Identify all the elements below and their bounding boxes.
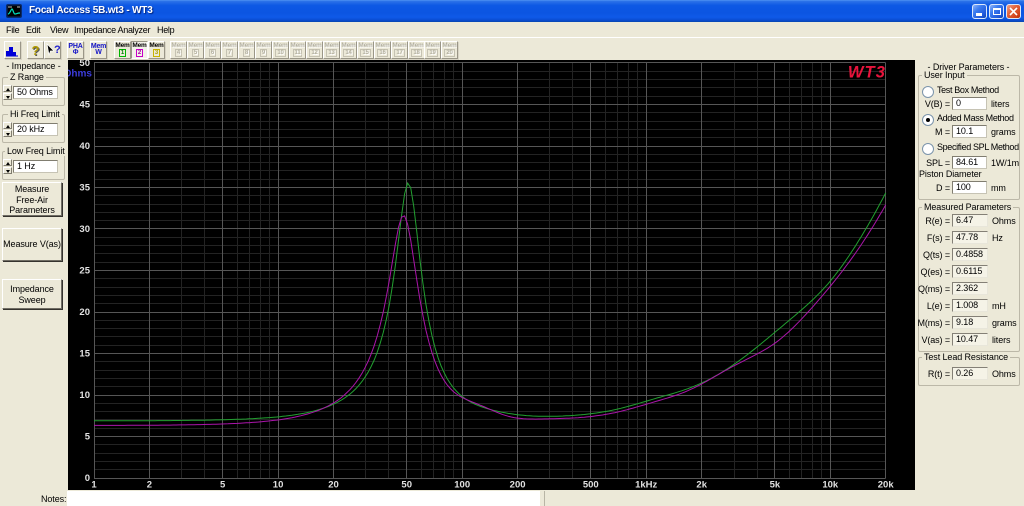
svg-text:100: 100 — [454, 480, 470, 491]
svg-text:WT3: WT3 — [848, 64, 886, 82]
svg-text:40: 40 — [79, 141, 90, 152]
svg-text:200: 200 — [510, 480, 526, 491]
svg-text:5k: 5k — [770, 480, 781, 491]
svg-text:10k: 10k — [822, 480, 839, 491]
svg-text:20k: 20k — [878, 480, 895, 491]
svg-text:45: 45 — [79, 100, 90, 111]
svg-text:20: 20 — [79, 307, 90, 318]
svg-text:1: 1 — [91, 480, 97, 491]
svg-text:?: ? — [54, 44, 60, 56]
svg-text:25: 25 — [79, 266, 90, 277]
svg-text:Ohms: Ohms — [68, 69, 92, 80]
svg-text:10: 10 — [273, 480, 284, 491]
svg-text:2k: 2k — [696, 480, 707, 491]
svg-text:5: 5 — [220, 480, 226, 491]
svg-text:50: 50 — [401, 480, 412, 491]
svg-text:0: 0 — [85, 473, 90, 484]
svg-text:500: 500 — [583, 480, 599, 491]
svg-text:35: 35 — [79, 183, 90, 194]
svg-text:2: 2 — [147, 480, 152, 491]
svg-text:5: 5 — [85, 432, 91, 443]
svg-text:10: 10 — [79, 390, 90, 401]
svg-text:20: 20 — [328, 480, 339, 491]
svg-text:15: 15 — [79, 349, 90, 360]
svg-text:30: 30 — [79, 224, 90, 235]
svg-text:1kHz: 1kHz — [635, 480, 657, 491]
